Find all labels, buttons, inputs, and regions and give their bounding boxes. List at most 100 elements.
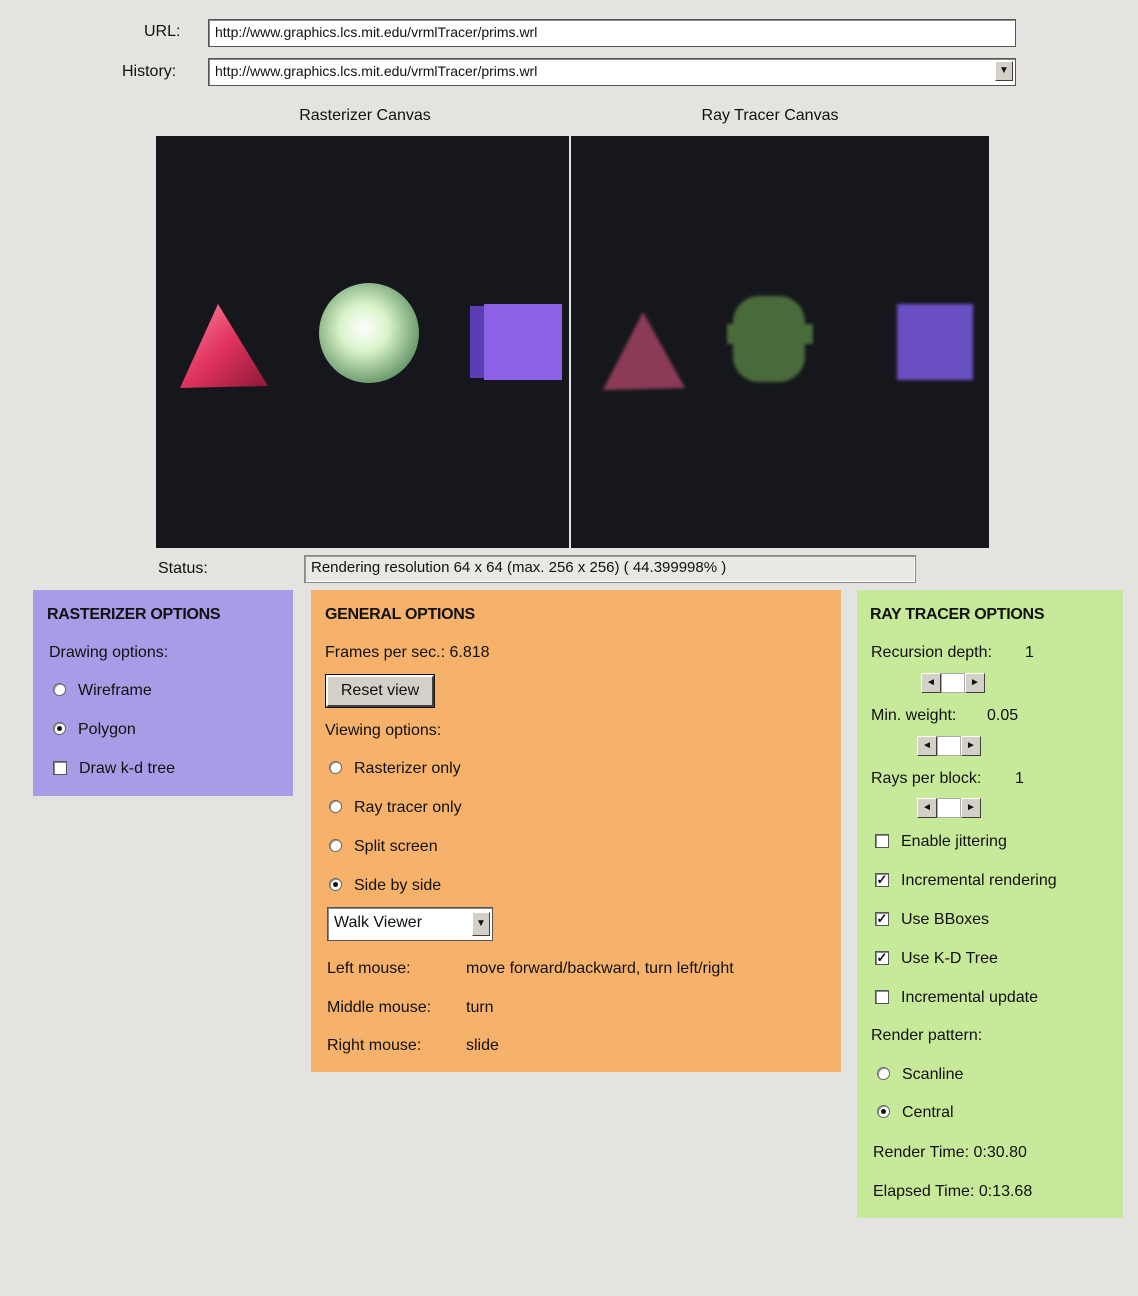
- cube-face: [484, 304, 562, 380]
- rasterizer-options-panel: RASTERIZER OPTIONS Drawing options: Wire…: [33, 590, 293, 796]
- use-kd-tree-option[interactable]: ✓ Use K-D Tree: [875, 950, 998, 968]
- left-mouse-action: move forward/backward, turn left/right: [466, 960, 734, 977]
- incremental-rendering-label: Incremental rendering: [901, 872, 1057, 889]
- sphere-lobe-left: [727, 324, 741, 344]
- recursion-depth-value: 1: [1025, 644, 1034, 661]
- enable-jittering-checkbox[interactable]: [875, 833, 889, 848]
- polygon-label: Polygon: [78, 721, 136, 738]
- rasterizer-canvas[interactable]: [156, 136, 569, 548]
- draw-kd-tree-option[interactable]: Draw k-d tree: [53, 760, 175, 778]
- cube-face: [897, 304, 973, 380]
- url-input[interactable]: http://www.graphics.lcs.mit.edu/vrmlTrac…: [208, 19, 1016, 47]
- rasterizer-scene: [180, 283, 562, 388]
- split-screen-radio[interactable]: [329, 839, 342, 853]
- enable-jittering-label: Enable jittering: [901, 833, 1007, 850]
- incremental-rendering-checkbox[interactable]: ✓: [875, 872, 889, 887]
- arrow-left-icon[interactable]: ◄: [917, 736, 937, 756]
- chevron-down-icon[interactable]: ▼: [472, 912, 490, 936]
- incremental-update-option[interactable]: Incremental update: [875, 989, 1038, 1007]
- central-radio[interactable]: [877, 1105, 890, 1119]
- render-time-readout: Render Time: 0:30.80: [873, 1144, 1027, 1161]
- split-screen-option[interactable]: Split screen: [329, 838, 438, 856]
- cube-side: [470, 306, 486, 378]
- history-value: http://www.graphics.lcs.mit.edu/vrmlTrac…: [215, 63, 538, 79]
- min-weight-spinner[interactable]: ◄ ►: [917, 736, 981, 758]
- sphere-lobe-right: [799, 324, 813, 344]
- use-bboxes-checkbox[interactable]: ✓: [875, 911, 889, 926]
- scanline-radio[interactable]: [877, 1067, 890, 1081]
- sphere-shape: [733, 296, 805, 382]
- wireframe-option[interactable]: Wireframe: [53, 682, 152, 700]
- rasterizer-only-option[interactable]: Rasterizer only: [329, 760, 461, 778]
- rays-per-block-value: 1: [1015, 770, 1024, 787]
- reset-view-button[interactable]: Reset view: [325, 674, 435, 708]
- draw-kd-tree-label: Draw k-d tree: [79, 760, 176, 777]
- status-label: Status:: [158, 560, 208, 577]
- sphere-shape: [319, 283, 419, 383]
- rasterizer-only-radio[interactable]: [329, 761, 342, 775]
- spinner-track: [937, 798, 961, 818]
- raytracer-options-title: RAY TRACER OPTIONS: [870, 606, 1045, 623]
- raytracer-scene: [603, 296, 973, 390]
- raytracer-only-radio[interactable]: [329, 800, 342, 814]
- viewing-options-label: Viewing options:: [325, 722, 442, 739]
- general-options-title: GENERAL OPTIONS: [325, 606, 475, 623]
- history-label: History:: [122, 63, 177, 80]
- incremental-update-checkbox[interactable]: [875, 989, 889, 1004]
- side-by-side-radio[interactable]: [329, 878, 342, 892]
- arrow-right-icon[interactable]: ►: [961, 736, 981, 756]
- viewer-select-value: Walk Viewer: [334, 914, 423, 931]
- wireframe-label: Wireframe: [78, 682, 152, 699]
- scanline-option[interactable]: Scanline: [877, 1066, 963, 1084]
- drawing-options-label: Drawing options:: [49, 644, 169, 661]
- right-mouse-label: Right mouse:: [327, 1037, 422, 1054]
- use-bboxes-option[interactable]: ✓ Use BBoxes: [875, 911, 989, 929]
- status-value: Rendering resolution 64 x 64 (max. 256 x…: [304, 555, 916, 583]
- chevron-down-icon[interactable]: ▼: [995, 61, 1013, 81]
- min-weight-label: Min. weight:: [871, 707, 957, 724]
- incremental-rendering-option[interactable]: ✓ Incremental rendering: [875, 872, 1057, 890]
- cone-shape: [603, 312, 685, 390]
- draw-kd-tree-checkbox[interactable]: [53, 760, 67, 775]
- recursion-depth-spinner[interactable]: ◄ ►: [921, 673, 985, 695]
- enable-jittering-option[interactable]: Enable jittering: [875, 833, 1007, 851]
- fps-readout: Frames per sec.: 6.818: [325, 644, 490, 661]
- use-kd-tree-checkbox[interactable]: ✓: [875, 950, 889, 965]
- split-screen-label: Split screen: [354, 838, 438, 855]
- raytracer-canvas[interactable]: [571, 136, 989, 548]
- min-weight-value: 0.05: [987, 707, 1019, 724]
- url-label: URL:: [144, 23, 181, 40]
- history-dropdown[interactable]: http://www.graphics.lcs.mit.edu/vrmlTrac…: [208, 58, 1016, 86]
- arrow-left-icon[interactable]: ◄: [917, 798, 937, 818]
- polygon-radio[interactable]: [53, 722, 66, 736]
- cone-shape: [180, 304, 268, 388]
- arrow-left-icon[interactable]: ◄: [921, 673, 941, 693]
- render-pattern-label: Render pattern:: [871, 1027, 983, 1044]
- central-label: Central: [902, 1104, 954, 1121]
- general-options-panel: GENERAL OPTIONS Frames per sec.: 6.818 R…: [311, 590, 841, 1072]
- arrow-right-icon[interactable]: ►: [965, 673, 985, 693]
- rasterizer-options-title: RASTERIZER OPTIONS: [47, 606, 221, 623]
- raytracer-only-label: Ray tracer only: [354, 799, 462, 816]
- viewer-select[interactable]: Walk Viewer ▼: [327, 907, 493, 941]
- scanline-label: Scanline: [902, 1066, 964, 1083]
- left-mouse-label: Left mouse:: [327, 960, 411, 977]
- side-by-side-label: Side by side: [354, 877, 442, 894]
- elapsed-time-readout: Elapsed Time: 0:13.68: [873, 1183, 1033, 1200]
- raytracer-options-panel: RAY TRACER OPTIONS Recursion depth: 1 ◄ ►…: [857, 590, 1123, 1218]
- raytracer-canvas-title: Ray Tracer Canvas: [701, 107, 839, 124]
- arrow-right-icon[interactable]: ►: [961, 798, 981, 818]
- side-by-side-option[interactable]: Side by side: [329, 877, 441, 895]
- raytracer-only-option[interactable]: Ray tracer only: [329, 799, 462, 817]
- wireframe-radio[interactable]: [53, 683, 66, 697]
- incremental-update-label: Incremental update: [901, 989, 1038, 1006]
- middle-mouse-action: turn: [466, 999, 494, 1016]
- right-mouse-action: slide: [466, 1037, 499, 1054]
- rasterizer-only-label: Rasterizer only: [354, 760, 461, 777]
- rays-per-block-spinner[interactable]: ◄ ►: [917, 798, 981, 820]
- use-kd-tree-label: Use K-D Tree: [901, 950, 998, 967]
- polygon-option[interactable]: Polygon: [53, 721, 136, 739]
- use-bboxes-label: Use BBoxes: [901, 911, 990, 928]
- spinner-track: [937, 736, 961, 756]
- central-option[interactable]: Central: [877, 1104, 954, 1122]
